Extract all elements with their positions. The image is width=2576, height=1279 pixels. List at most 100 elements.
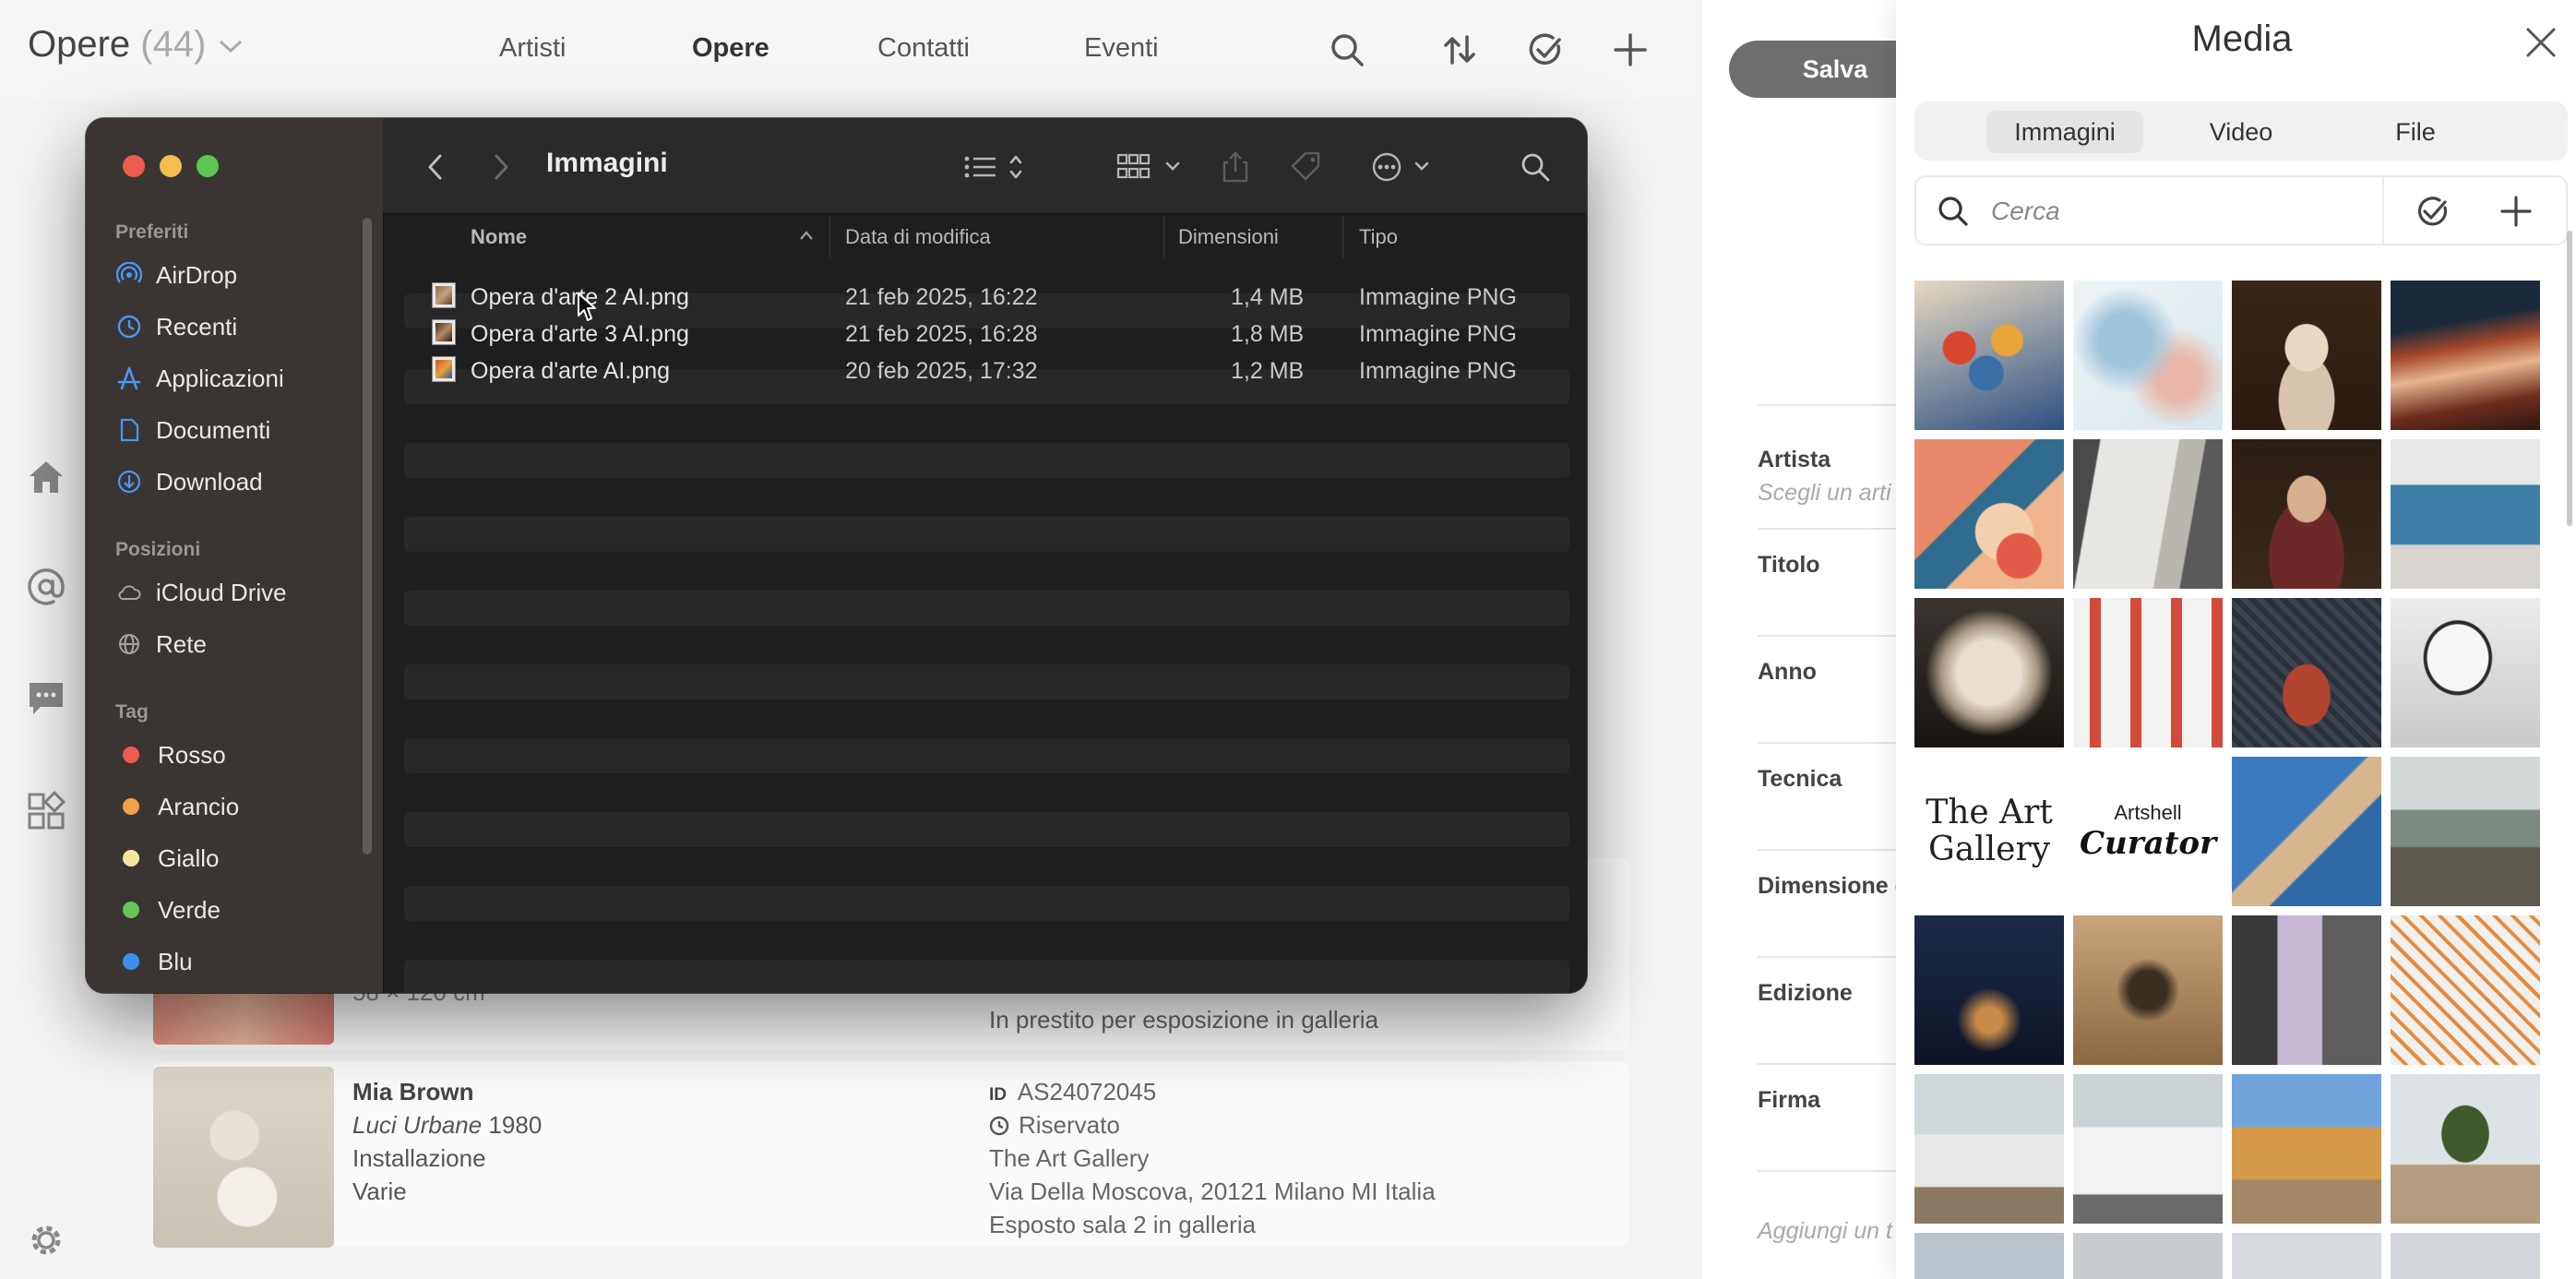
media-thumbnail[interactable] (2391, 915, 2540, 1065)
media-thumbnail[interactable] (2391, 281, 2540, 430)
more-actions-icon[interactable] (1370, 149, 1437, 185)
media-thumbnail[interactable] (2391, 757, 2540, 906)
add-icon[interactable] (1610, 30, 1651, 70)
sidebar-item-label: Download (156, 467, 263, 496)
sidebar-scrollbar[interactable] (363, 218, 372, 855)
sidebar-item-rete[interactable]: Rete (115, 626, 207, 663)
chevron-down-icon[interactable] (217, 37, 244, 55)
minimize-window-button[interactable] (160, 155, 182, 177)
file-row[interactable]: Opera d'arte 2 AI.png 21 feb 2025, 16:22… (432, 279, 1557, 316)
work-note: Esposto sala 2 in galleria (989, 1211, 1257, 1238)
tab-file[interactable]: File (2337, 111, 2494, 153)
sidebar-tag-verde[interactable]: Verde (115, 891, 221, 928)
media-thumbnail[interactable] (2391, 598, 2540, 747)
media-thumbnail[interactable] (2232, 598, 2381, 747)
share-icon[interactable] (1219, 149, 1252, 185)
column-header-name[interactable]: Nome (471, 225, 527, 262)
sort-icon[interactable] (1439, 30, 1480, 70)
media-scrollbar[interactable] (2567, 231, 2572, 526)
nav-eventi[interactable]: Eventi (1084, 33, 1159, 64)
home-icon[interactable] (26, 456, 66, 496)
media-thumbnail-curator-logo[interactable]: Artshell Curator (2073, 757, 2223, 906)
file-row[interactable]: Opera d'arte AI.png 20 feb 2025, 17:32 1… (432, 353, 1557, 389)
media-thumbnail[interactable] (2073, 1074, 2223, 1224)
divider (1758, 1063, 1905, 1065)
nav-contatti[interactable]: Contatti (877, 33, 970, 64)
media-thumbnail[interactable] (2232, 439, 2381, 589)
nav-opere[interactable]: Opere (692, 33, 769, 64)
close-window-button[interactable] (123, 155, 145, 177)
media-thumbnail[interactable] (2391, 1233, 2540, 1279)
media-thumbnail[interactable] (2391, 439, 2540, 589)
sidebar-tag-giallo[interactable]: Giallo (115, 840, 219, 877)
media-thumbnail[interactable] (2232, 915, 2381, 1065)
media-thumbnail[interactable] (1914, 439, 2064, 589)
search-icon[interactable] (1327, 30, 1367, 70)
file-modified: 20 feb 2025, 17:32 (845, 358, 1038, 384)
row-stripe (404, 812, 1569, 847)
at-sign-icon[interactable] (26, 567, 66, 607)
globe-icon (115, 630, 143, 658)
column-header-modified[interactable]: Data di modifica (845, 225, 991, 262)
sidebar-item-documenti[interactable]: Documenti (115, 412, 270, 448)
media-thumbnail[interactable] (2073, 915, 2223, 1065)
settings-gear-icon[interactable] (26, 1220, 66, 1261)
select-check-icon[interactable] (1525, 30, 1566, 70)
tag-icon[interactable] (1288, 149, 1325, 185)
sidebar-tag-rosso[interactable]: Rosso (115, 736, 226, 773)
sidebar-item-download[interactable]: Download (115, 463, 263, 500)
file-row[interactable]: Opera d'arte 3 AI.png 21 feb 2025, 16:28… (432, 316, 1557, 353)
field-label-technique: Tecnica (1758, 766, 1843, 792)
artist-field[interactable]: Scegli un arti (1758, 480, 1891, 507)
media-thumbnail[interactable] (2073, 281, 2223, 430)
tab-video[interactable]: Video (2163, 111, 2320, 153)
sidebar-tag-blu[interactable]: Blu (115, 943, 193, 980)
media-thumbnail[interactable] (2391, 1074, 2540, 1224)
tab-immagini[interactable]: Immagini (1986, 111, 2143, 153)
page-title[interactable]: Opere (44) (28, 24, 244, 66)
tag-color-dot (123, 747, 139, 763)
media-thumbnail[interactable] (2073, 439, 2223, 589)
sidebar-item-recenti[interactable]: Recenti (115, 308, 237, 345)
close-icon[interactable] (2522, 24, 2559, 61)
media-search-input[interactable] (1991, 192, 2369, 231)
forward-chevron-icon[interactable] (488, 149, 514, 185)
media-thumbnail[interactable] (1914, 915, 2064, 1065)
add-field-hint[interactable]: Aggiungi un t (1758, 1218, 1892, 1245)
back-chevron-icon[interactable] (423, 149, 448, 185)
file-modified: 21 feb 2025, 16:22 (845, 284, 1038, 310)
column-divider[interactable] (1163, 216, 1164, 258)
column-divider[interactable] (1342, 216, 1343, 258)
sidebar-item-icloud-drive[interactable]: iCloud Drive (115, 574, 287, 611)
media-thumbnail[interactable] (1914, 1074, 2064, 1224)
apps-grid-icon[interactable] (26, 791, 66, 831)
column-divider[interactable] (829, 216, 830, 258)
sidebar-item-label: Rete (156, 629, 207, 658)
media-thumbnail[interactable] (1914, 1233, 2064, 1279)
list-view-icon[interactable] (962, 149, 1029, 185)
grid-view-icon[interactable] (1116, 149, 1187, 185)
tag-label: Giallo (158, 843, 220, 872)
chat-icon[interactable] (26, 677, 66, 718)
media-thumbnail[interactable] (2232, 1074, 2381, 1224)
mouse-pointer-icon (577, 292, 597, 323)
media-thumbnail[interactable] (2232, 757, 2381, 906)
column-header-kind[interactable]: Tipo (1359, 225, 1398, 262)
media-thumbnail[interactable] (2232, 281, 2381, 430)
nav-artisti[interactable]: Artisti (499, 33, 566, 64)
media-thumbnail[interactable] (2232, 1233, 2381, 1279)
add-icon[interactable] (2497, 192, 2535, 231)
zoom-window-button[interactable] (197, 155, 219, 177)
media-thumbnail[interactable] (1914, 281, 2064, 430)
media-thumbnail[interactable] (1914, 598, 2064, 747)
media-thumbnail[interactable] (2073, 1233, 2223, 1279)
media-thumbnail[interactable] (2073, 598, 2223, 747)
media-thumbnail-gallery-logo[interactable]: The Art Gallery (1914, 757, 2064, 906)
sidebar-item-applicazioni[interactable]: Applicazioni (115, 360, 284, 397)
column-header-size[interactable]: Dimensioni (1178, 225, 1279, 262)
search-icon[interactable] (1518, 149, 1553, 185)
sidebar-tag-arancio[interactable]: Arancio (115, 788, 239, 825)
row-stripe (404, 664, 1569, 699)
select-check-icon[interactable] (2413, 192, 2451, 231)
sidebar-item-airdrop[interactable]: AirDrop (115, 257, 237, 293)
